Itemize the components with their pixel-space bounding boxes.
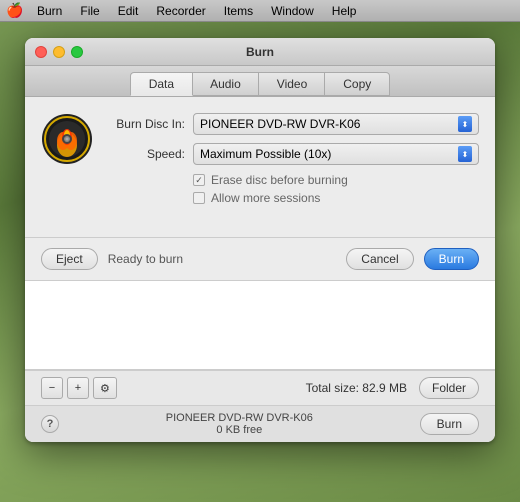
erase-row: ✓ Erase disc before burning [105,173,479,187]
eject-button[interactable]: Eject [41,248,98,270]
maximize-button[interactable] [71,46,83,58]
disc-section: Burn Disc In: PIONEER DVD-RW DVR-K06 ⬍ S… [41,113,479,209]
tab-data[interactable]: Data [130,72,193,96]
titlebar: Burn [25,38,495,66]
tab-copy[interactable]: Copy [324,72,390,96]
sessions-label: Allow more sessions [211,191,320,205]
window-controls [35,46,83,58]
menu-recorder[interactable]: Recorder [153,4,208,18]
menu-items[interactable]: Items [221,4,256,18]
burn-button[interactable]: Burn [424,248,479,270]
chevron-icon: ⬍ [462,150,469,159]
folder-button[interactable]: Folder [419,377,479,399]
tab-audio[interactable]: Audio [191,72,260,96]
total-size: Total size: 82.9 MB [121,381,407,395]
speed-row: Speed: Maximum Possible (10x) ⬍ [105,143,479,165]
status-bar: ? PIONEER DVD-RW DVR-K06 0 KB free Burn [25,405,495,442]
erase-checkbox[interactable]: ✓ [193,174,205,186]
file-list [25,280,495,370]
tab-bar: Data Audio Video Copy [25,66,495,97]
speed-value: Maximum Possible (10x) [200,147,331,161]
disc-icon [41,113,93,165]
speed-label: Speed: [105,147,185,161]
disc-name: PIONEER DVD-RW DVR-K06 [69,412,410,424]
burn-disc-select[interactable]: PIONEER DVD-RW DVR-K06 ⬍ [193,113,479,135]
burn-disc-label: Burn Disc In: [105,117,185,131]
close-button[interactable] [35,46,47,58]
minimize-button[interactable] [53,46,65,58]
action-bar: Eject Ready to burn Cancel Burn [25,237,495,280]
menubar: 🍎 Burn File Edit Recorder Items Window H… [0,0,520,22]
chevron-icon: ⬍ [462,120,469,129]
burn-disc-arrow: ⬍ [458,116,472,132]
sessions-checkbox[interactable] [193,192,205,204]
erase-label: Erase disc before burning [211,173,348,187]
form-fields: Burn Disc In: PIONEER DVD-RW DVR-K06 ⬍ S… [105,113,479,209]
bottom-toolbar: − + ⚙ Total size: 82.9 MB Folder [25,370,495,405]
disc-info: PIONEER DVD-RW DVR-K06 0 KB free [69,412,410,436]
remove-button[interactable]: − [41,377,63,399]
menu-help[interactable]: Help [329,4,360,18]
speed-select[interactable]: Maximum Possible (10x) ⬍ [193,143,479,165]
bottom-burn-button[interactable]: Burn [420,413,479,435]
dialog-content: Burn Disc In: PIONEER DVD-RW DVR-K06 ⬍ S… [25,97,495,237]
add-button[interactable]: + [67,377,89,399]
burn-window: Burn Data Audio Video Copy [25,38,495,442]
menu-edit[interactable]: Edit [115,4,142,18]
disc-free: 0 KB free [69,424,410,436]
apple-menu[interactable]: 🍎 [8,4,22,18]
menu-burn[interactable]: Burn [34,4,65,18]
burn-disc-row: Burn Disc In: PIONEER DVD-RW DVR-K06 ⬍ [105,113,479,135]
speed-arrow: ⬍ [458,146,472,162]
window-title: Burn [246,45,274,59]
tab-video[interactable]: Video [258,72,326,96]
settings-button[interactable]: ⚙ [93,377,117,399]
cancel-button[interactable]: Cancel [346,248,413,270]
burn-disc-value: PIONEER DVD-RW DVR-K06 [200,117,360,131]
help-button[interactable]: ? [41,415,59,433]
menu-file[interactable]: File [77,4,102,18]
menu-window[interactable]: Window [268,4,317,18]
status-text: Ready to burn [108,252,337,266]
sessions-row: Allow more sessions [105,191,479,205]
